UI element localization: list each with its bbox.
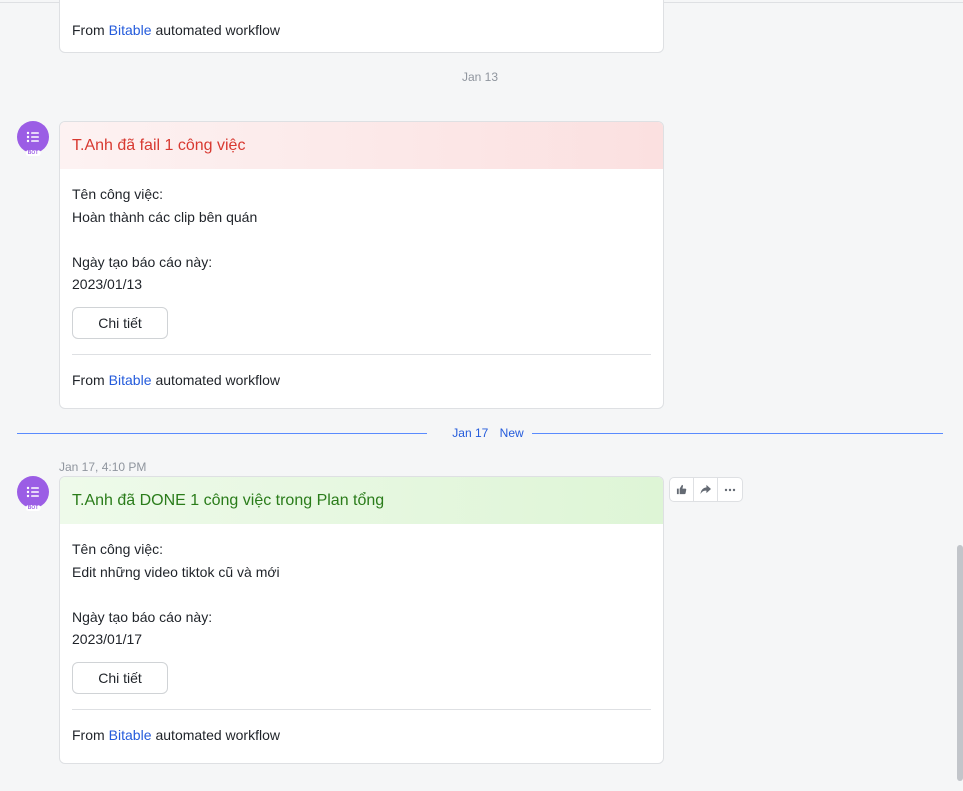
card-title: T.Anh đã DONE 1 công việc trong Plan tổn… [72, 491, 385, 509]
footer-suffix: automated workflow [155, 371, 280, 388]
details-button[interactable]: Chi tiết [72, 306, 168, 339]
task-label: Tên công việc: [72, 186, 164, 202]
task-label: Tên công việc: [72, 541, 164, 557]
card-header: T.Anh đã DONE 1 công việc trong Plan tổn… [60, 477, 663, 524]
separator-labels: Jan 17 New [443, 424, 533, 442]
message-actions [669, 477, 743, 502]
task-value: Hoàn thành các clip bên quán [72, 208, 258, 225]
forward-icon[interactable] [694, 478, 718, 501]
message-timestamp: Jan 17, 4:10 PM [59, 460, 147, 474]
card-body: Tên công việc: Hoàn thành các clip bên q… [60, 169, 663, 405]
bitable-bot-icon [26, 131, 39, 143]
footer-prefix: From [72, 726, 105, 743]
footer-prefix: From [72, 22, 105, 38]
card-header: T.Anh đã fail 1 công việc [60, 122, 663, 169]
date-label: Ngày tạo báo cáo này: [72, 253, 213, 270]
bitable-link[interactable]: Bitable [109, 727, 152, 743]
bot-tag: BOT [25, 150, 41, 156]
card-footer: From Bitable automated workflow [72, 355, 651, 405]
date-label: Ngày tạo báo cáo này: [72, 608, 213, 625]
card-body: Tên công việc: Edit những video tiktok c… [60, 524, 663, 760]
details-button[interactable]: Chi tiết [72, 661, 168, 694]
avatar[interactable]: BOT [17, 476, 49, 511]
date-separator: Jan 13 [462, 70, 499, 84]
card-title: T.Anh đã fail 1 công việc [72, 136, 246, 154]
separator-date: Jan 17 [452, 426, 489, 440]
bitable-link[interactable]: Bitable [109, 372, 152, 388]
message-card-fail: T.Anh đã fail 1 công việc Tên công việc:… [59, 121, 664, 409]
date-value: 2023/01/13 [72, 276, 143, 292]
bot-tag: BOT [25, 505, 41, 511]
separator-line-left [17, 433, 427, 434]
new-messages-separator: Jan 17 New [17, 424, 943, 442]
prev-message-card: From Bitable automated workflow [59, 0, 664, 53]
avatar[interactable]: BOT [17, 121, 49, 156]
more-icon[interactable] [718, 478, 742, 501]
task-value: Edit những video tiktok cũ và mới [72, 563, 280, 580]
new-label: New [499, 426, 524, 440]
bitable-bot-icon [26, 486, 39, 498]
scrollbar[interactable] [957, 545, 963, 781]
footer-suffix: automated workflow [155, 726, 280, 743]
thumbs-up-icon[interactable] [670, 478, 694, 501]
bitable-link[interactable]: Bitable [109, 22, 152, 38]
card-footer: From Bitable automated workflow [72, 710, 651, 760]
message-card-done: T.Anh đã DONE 1 công việc trong Plan tổn… [59, 476, 664, 764]
card-footer: From Bitable automated workflow [72, 5, 280, 52]
date-value: 2023/01/17 [72, 631, 143, 647]
footer-prefix: From [72, 371, 105, 388]
separator-line-right [532, 433, 943, 434]
footer-suffix: automated workflow [155, 22, 280, 38]
